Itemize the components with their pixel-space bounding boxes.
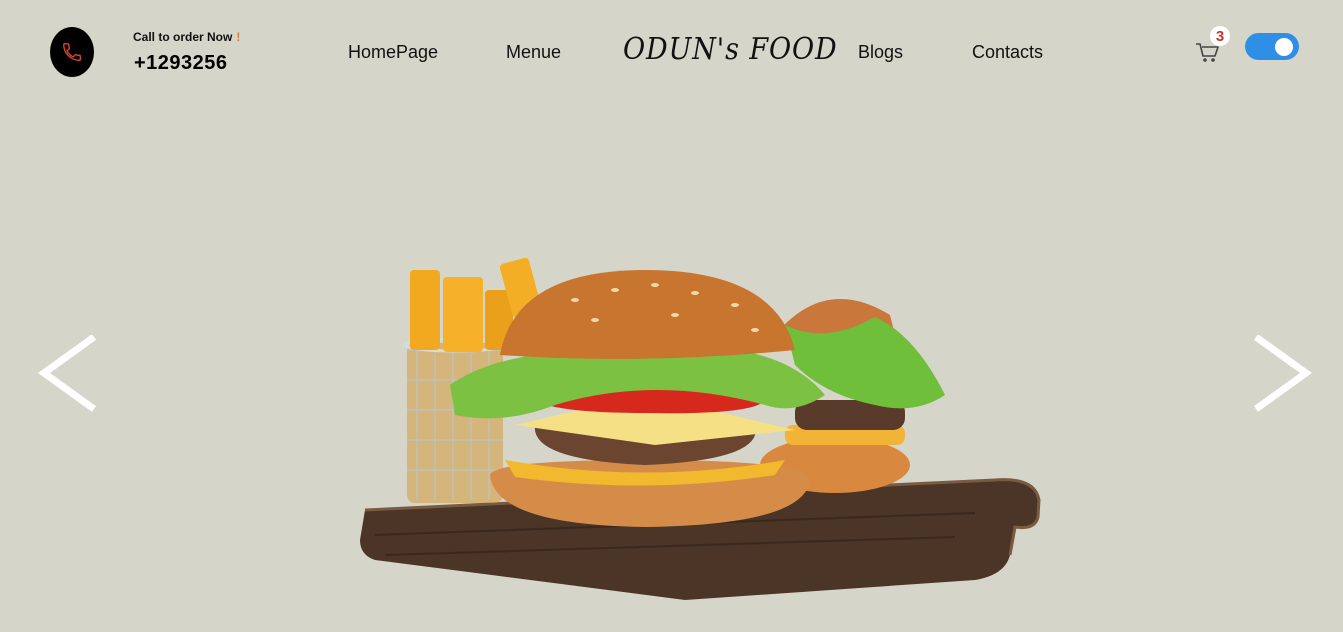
toggle-knob (1275, 38, 1293, 56)
phone-icon (63, 43, 81, 61)
call-label-text: Call to order Now (133, 30, 233, 44)
nav-contacts[interactable]: Contacts (972, 42, 1043, 63)
call-exclaim: ! (236, 30, 241, 44)
chevron-left-icon (38, 334, 97, 412)
call-to-order-label: Call to order Now! (133, 30, 240, 44)
chevron-right-icon (1253, 334, 1312, 412)
site-header: Call to order Now! +1293256 HomePage Men… (0, 0, 1343, 100)
hero-burger-image (355, 255, 1045, 605)
next-slide-button[interactable] (1252, 334, 1312, 415)
nav-blogs[interactable]: Blogs (858, 42, 903, 63)
cart-count-badge: 3 (1210, 26, 1230, 46)
nav-homepage[interactable]: HomePage (348, 42, 438, 63)
brand-logo[interactable]: ODUN's FOOD (623, 32, 838, 67)
prev-slide-button[interactable] (38, 334, 98, 415)
nav-menu[interactable]: Menue (506, 42, 561, 63)
phone-icon-button[interactable] (50, 27, 94, 77)
phone-number[interactable]: +1293256 (134, 52, 228, 75)
theme-toggle[interactable] (1245, 33, 1299, 60)
